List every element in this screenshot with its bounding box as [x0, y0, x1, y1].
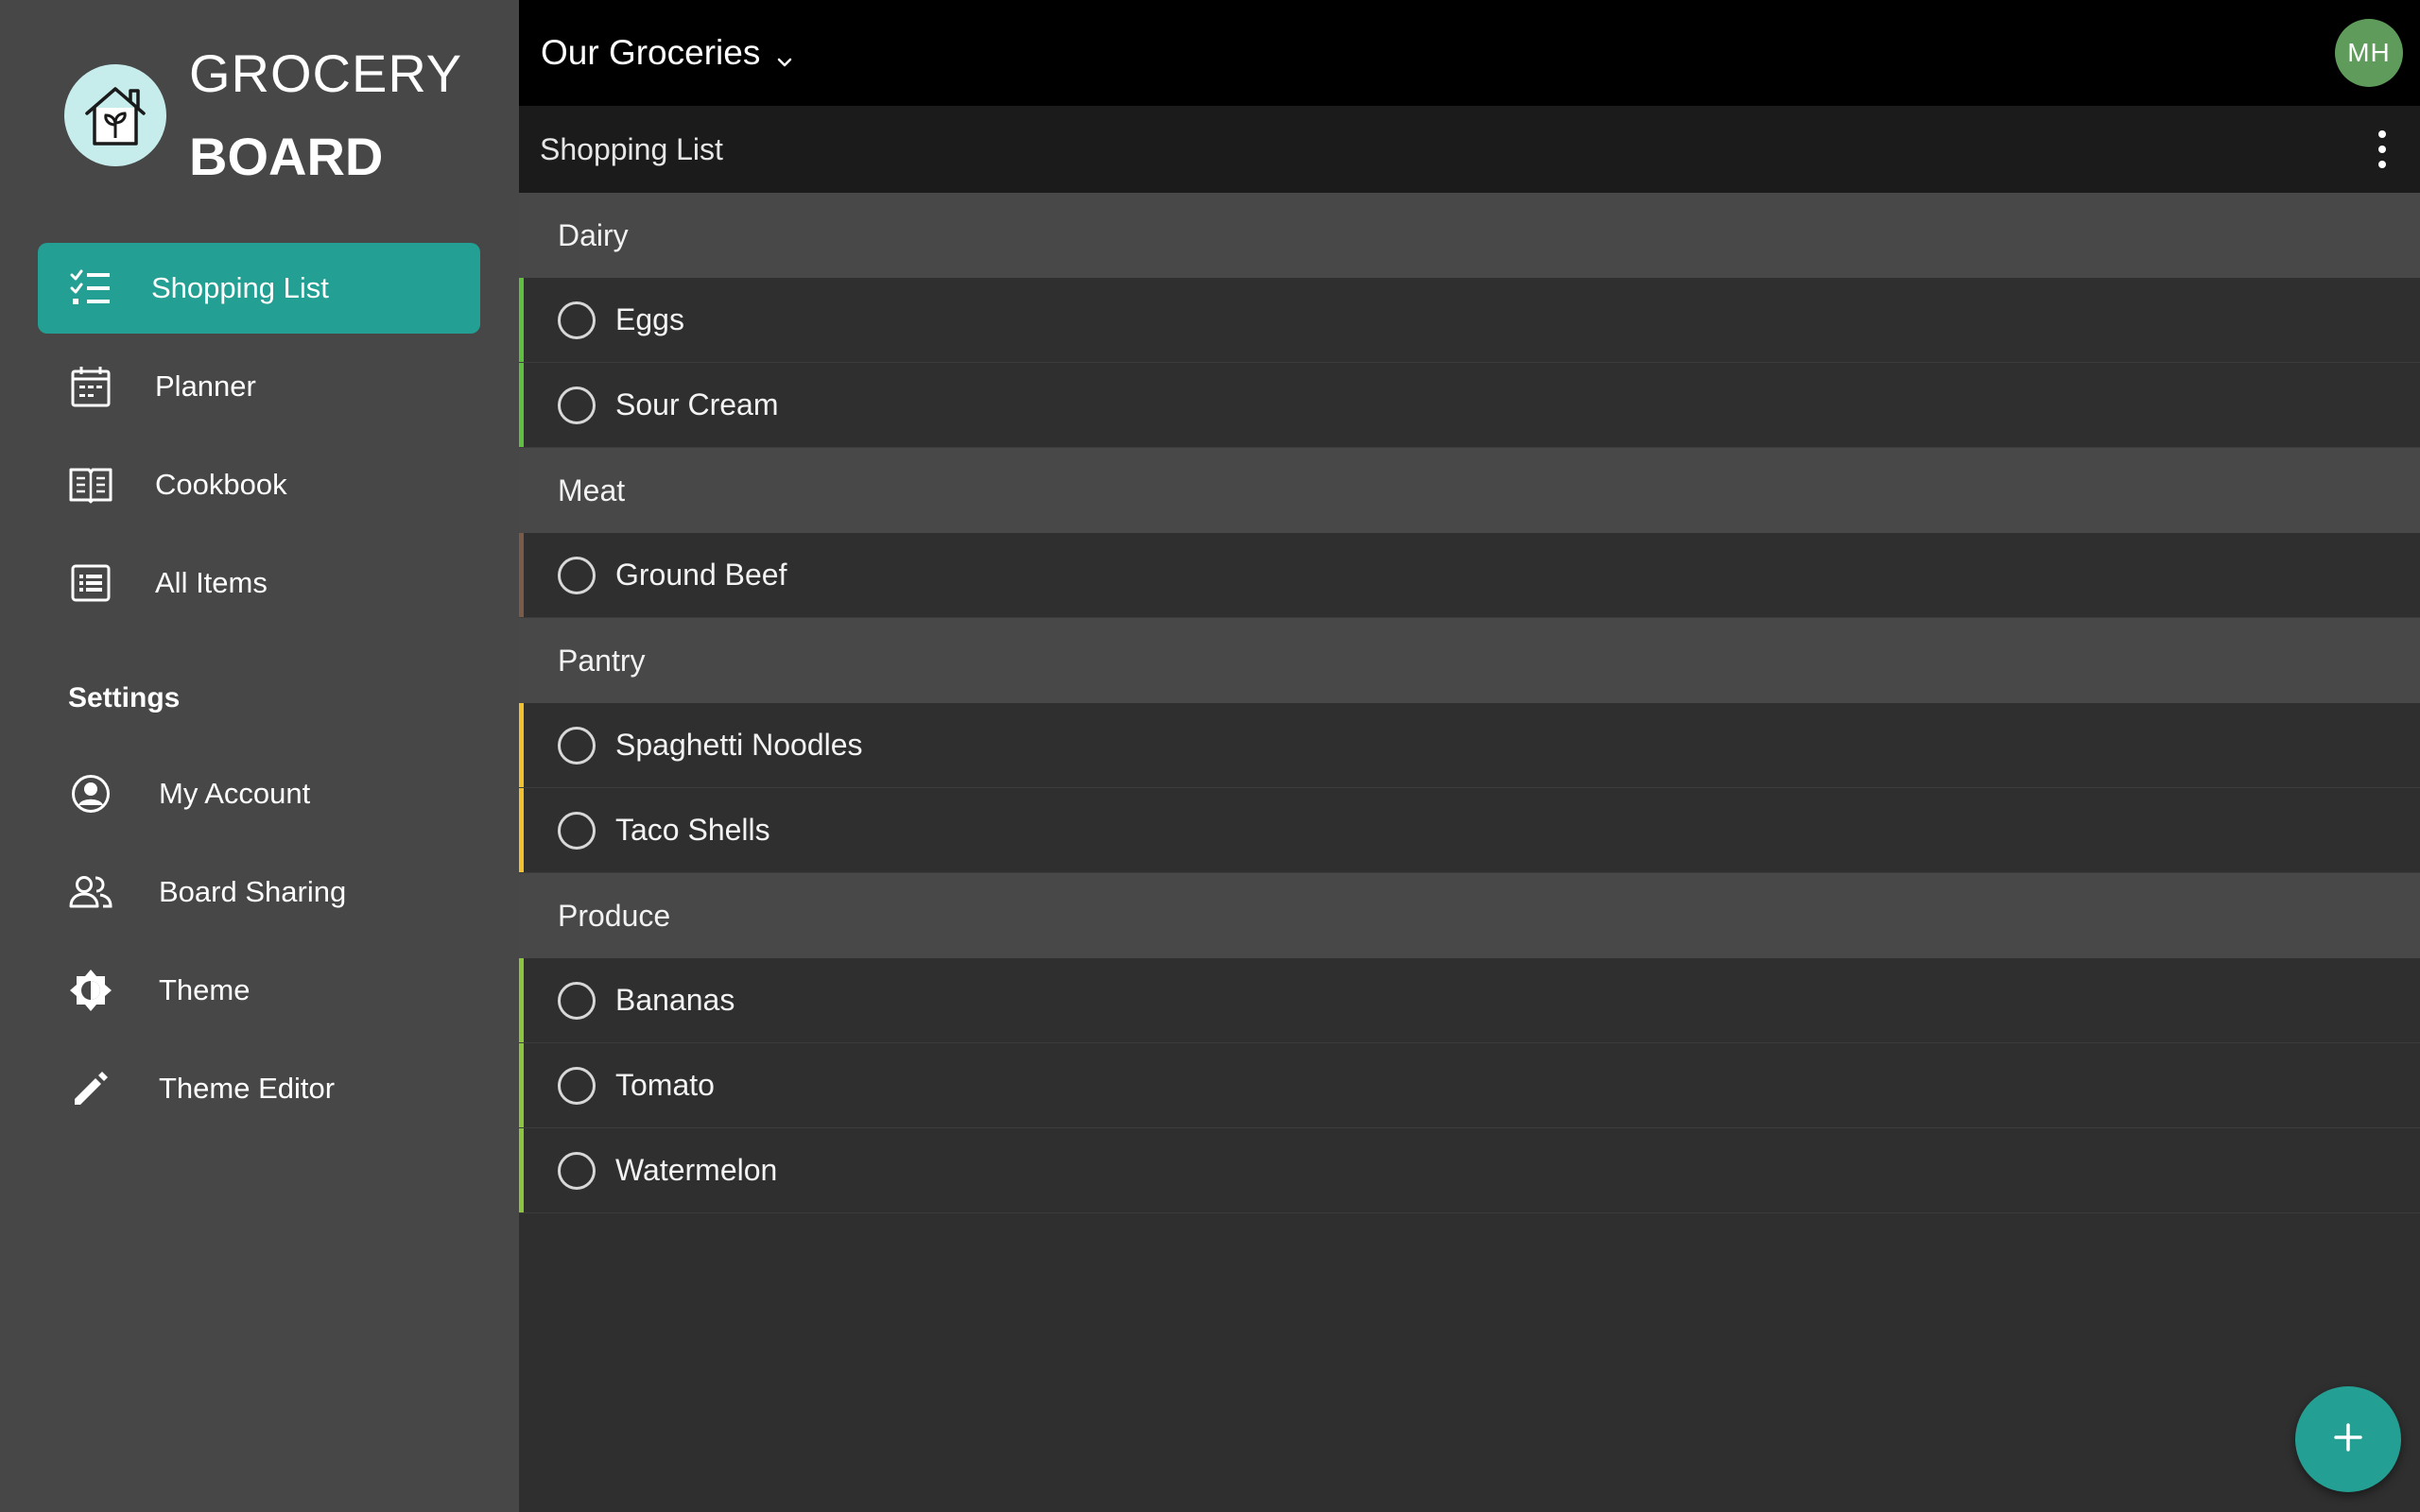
plus-icon [2331, 1420, 2365, 1459]
sidebar: GROCERY BOARD Shopping List [0, 0, 519, 1512]
list-item[interactable]: Ground Beef [519, 533, 2420, 618]
top-bar: Our Groceries MH [519, 0, 2420, 106]
category-header: Dairy [519, 193, 2420, 278]
board-name: Our Groceries [541, 33, 760, 73]
nav-label-planner: Planner [155, 369, 256, 404]
list-item[interactable]: Spaghetti Noodles [519, 703, 2420, 788]
item-label: Watermelon [615, 1153, 777, 1188]
list-item[interactable]: Sour Cream [519, 363, 2420, 448]
chevron-down-icon [777, 36, 792, 76]
nav-item-planner[interactable]: Planner [38, 341, 480, 432]
pencil-icon [68, 1066, 113, 1111]
board-selector[interactable]: Our Groceries [541, 30, 792, 76]
checkbox-circle-icon[interactable] [558, 727, 596, 765]
nav-item-board-sharing[interactable]: Board Sharing [38, 847, 480, 937]
category-color-bar [519, 958, 524, 1042]
nav-label-all-items: All Items [155, 566, 268, 600]
main-nav: Shopping List Planner [38, 243, 480, 636]
account-circle-icon [68, 771, 113, 816]
category-color-bar [519, 363, 524, 447]
category-header: Pantry [519, 618, 2420, 703]
category-header: Produce [519, 873, 2420, 958]
nav-item-all-items[interactable]: All Items [38, 538, 480, 628]
add-item-button[interactable] [2295, 1386, 2401, 1492]
list-item[interactable]: Watermelon [519, 1128, 2420, 1213]
nav-label-shopping-list: Shopping List [151, 271, 329, 305]
checkbox-circle-icon[interactable] [558, 301, 596, 339]
page-title: Shopping List [540, 132, 723, 167]
item-label: Bananas [615, 983, 735, 1018]
nav-item-theme-editor[interactable]: Theme Editor [38, 1043, 480, 1134]
category-color-bar [519, 1043, 524, 1127]
list-item[interactable]: Taco Shells [519, 788, 2420, 873]
category-color-bar [519, 1128, 524, 1212]
brand[interactable]: GROCERY BOARD [64, 47, 462, 183]
checkbox-circle-icon[interactable] [558, 387, 596, 424]
house-plant-logo-icon [64, 64, 166, 166]
nav-label-my-account: My Account [159, 777, 310, 811]
category-color-bar [519, 533, 524, 617]
item-label: Ground Beef [615, 558, 786, 593]
list-icon [68, 560, 113, 606]
settings-nav: My Account Board Sharing Th [38, 748, 480, 1142]
calendar-icon [68, 364, 113, 409]
avatar[interactable]: MH [2335, 19, 2403, 87]
brightness-icon [68, 968, 113, 1013]
list-item[interactable]: Tomato [519, 1043, 2420, 1128]
checkbox-circle-icon[interactable] [558, 1152, 596, 1190]
list-item[interactable]: Bananas [519, 958, 2420, 1043]
brand-name-line2: BOARD [189, 130, 462, 183]
category-header: Meat [519, 448, 2420, 533]
nav-item-shopping-list[interactable]: Shopping List [38, 243, 480, 334]
nav-item-cookbook[interactable]: Cookbook [38, 439, 480, 530]
checkbox-circle-icon[interactable] [558, 982, 596, 1020]
list-item[interactable]: Eggs [519, 278, 2420, 363]
checklist-icon [68, 266, 113, 311]
category-color-bar [519, 703, 524, 787]
nav-label-cookbook: Cookbook [155, 468, 287, 502]
category-color-bar [519, 278, 524, 362]
item-label: Tomato [615, 1068, 715, 1103]
item-label: Taco Shells [615, 813, 770, 848]
item-label: Eggs [615, 302, 684, 337]
people-icon [68, 869, 113, 915]
checkbox-circle-icon[interactable] [558, 1067, 596, 1105]
item-label: Sour Cream [615, 387, 779, 422]
brand-name-line1: GROCERY [189, 47, 462, 100]
nav-label-theme: Theme [159, 973, 250, 1007]
category-color-bar [519, 788, 524, 872]
nav-label-theme-editor: Theme Editor [159, 1072, 335, 1106]
nav-label-board-sharing: Board Sharing [159, 875, 346, 909]
nav-item-theme[interactable]: Theme [38, 945, 480, 1036]
nav-item-my-account[interactable]: My Account [38, 748, 480, 839]
more-options-icon[interactable] [2373, 130, 2392, 168]
book-icon [68, 462, 113, 507]
settings-heading: Settings [68, 682, 180, 714]
list-header: Shopping List [519, 106, 2420, 193]
item-label: Spaghetti Noodles [615, 728, 863, 763]
checkbox-circle-icon[interactable] [558, 557, 596, 594]
checkbox-circle-icon[interactable] [558, 812, 596, 850]
shopping-list: Dairy Eggs Sour Cream Meat Ground Beef P… [519, 193, 2420, 1213]
